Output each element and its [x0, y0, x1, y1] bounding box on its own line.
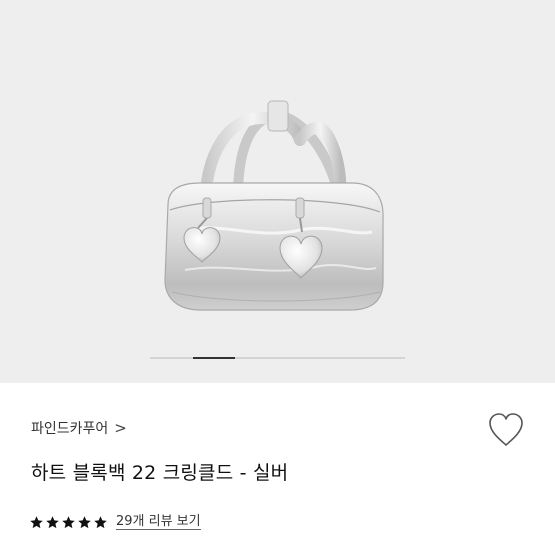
- brand-name: 파인드카푸어: [31, 421, 109, 437]
- heart-icon[interactable]: [487, 412, 525, 448]
- star-icon: [94, 515, 107, 528]
- star-icon: [62, 515, 75, 528]
- review-link[interactable]: 29개 리뷰 보기: [116, 514, 201, 530]
- image-pager[interactable]: [150, 357, 405, 359]
- chevron-right-icon: >: [114, 419, 127, 437]
- product-title: 하트 블록백 22 크링클드 - 실버: [31, 462, 289, 484]
- star-icon: [46, 515, 59, 528]
- image-pager-active: [192, 357, 235, 359]
- product-image: [164, 100, 384, 311]
- star-icon: [30, 515, 43, 528]
- product-image-gallery[interactable]: [0, 0, 555, 383]
- star-icon: [78, 515, 91, 528]
- brand-link[interactable]: 파인드카푸어 >: [31, 418, 127, 438]
- rating-stars: [29, 515, 108, 530]
- product-rating: 29개 리뷰 보기: [29, 514, 201, 530]
